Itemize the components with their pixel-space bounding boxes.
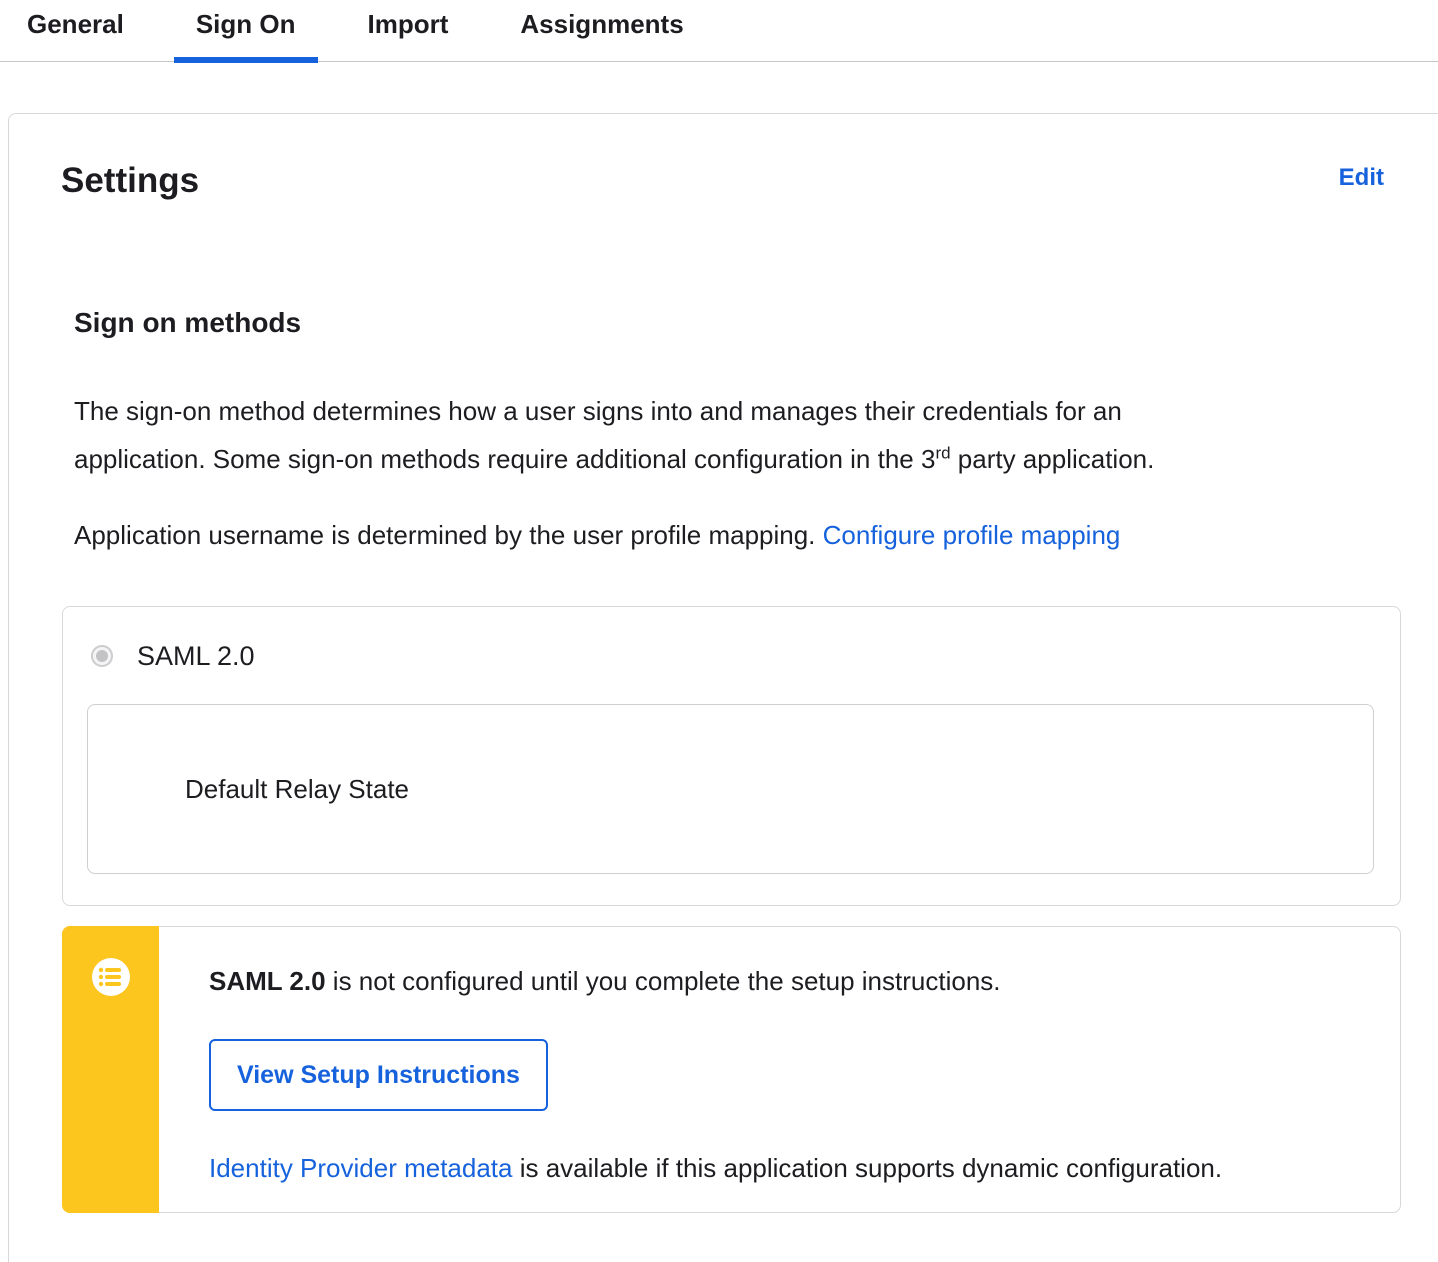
tab-sign-on[interactable]: Sign On [173,0,318,63]
app-tabbar: General Sign On Import Assignments [0,0,1438,63]
callout-message-rest: is not configured until you complete the… [325,966,1001,996]
identity-provider-metadata-link[interactable]: Identity Provider metadata [209,1153,513,1183]
callout-message: SAML 2.0 is not configured until you com… [209,966,1400,996]
configure-profile-mapping-link[interactable]: Configure profile mapping [823,520,1121,550]
saml-radio[interactable] [91,645,113,667]
warning-strip [62,926,159,1213]
saml-warning-callout: SAML 2.0 is not configured until you com… [62,926,1401,1213]
list-icon [91,958,130,996]
view-setup-instructions-button[interactable]: View Setup Instructions [209,1039,548,1111]
tab-assignments[interactable]: Assignments [498,0,705,61]
callout-body: SAML 2.0 is not configured until you com… [159,927,1400,1183]
metadata-line: Identity Provider metadata is available … [209,1153,1400,1183]
saml-method-box: SAML 2.0 Default Relay State [62,606,1401,906]
callout-message-bold: SAML 2.0 [209,966,326,996]
saml-radio-row: SAML 2.0 [91,641,1372,671]
edit-link[interactable]: Edit [1339,161,1384,195]
tab-import[interactable]: Import [346,0,471,61]
description-superscript: rd [935,443,951,463]
settings-card: Settings Edit Sign on methods The sign-o… [8,113,1438,1262]
tab-general[interactable]: General [5,0,146,61]
settings-title: Settings [61,161,200,200]
description-line2-pre: application. Some sign-on methods requir… [74,444,936,474]
username-mapping-text: Application username is determined by th… [74,511,1364,559]
saml-radio-label[interactable]: SAML 2.0 [137,641,255,671]
metadata-line-rest: is available if this application support… [512,1153,1223,1183]
sign-on-description: The sign-on method determines how a user… [74,387,1364,483]
description-line2-post: party application. [950,444,1155,474]
default-relay-state-box: Default Relay State [87,704,1374,874]
description-line1: The sign-on method determines how a user… [74,396,1122,426]
settings-card-header: Settings Edit [61,161,1384,201]
username-mapping-static: Application username is determined by th… [74,520,823,550]
sign-on-methods-heading: Sign on methods [74,307,302,338]
default-relay-state-label: Default Relay State [185,773,410,804]
